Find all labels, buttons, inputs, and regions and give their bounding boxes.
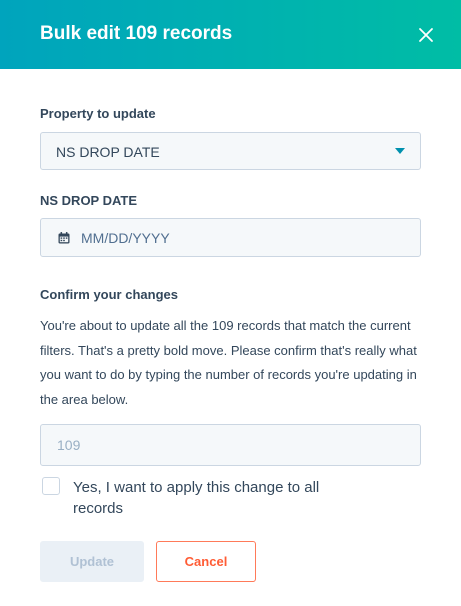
- confirm-description: You're about to update all the 109 recor…: [40, 318, 417, 407]
- close-button[interactable]: [413, 22, 439, 48]
- close-icon: [419, 28, 433, 42]
- date-input[interactable]: MM/DD/YYYY: [40, 218, 421, 257]
- date-field-label: NS DROP DATE: [40, 193, 138, 208]
- confirm-checkbox-row[interactable]: Yes, I want to apply this change to all …: [40, 475, 421, 519]
- confirm-checkbox[interactable]: [42, 477, 60, 495]
- confirm-checkbox-label[interactable]: Yes, I want to apply this change to all …: [73, 477, 373, 519]
- calendar-icon: [58, 232, 70, 244]
- property-select[interactable]: NS DROP DATE: [40, 132, 421, 170]
- cancel-button[interactable]: Cancel: [156, 541, 256, 582]
- property-select-value: NS DROP DATE: [56, 144, 160, 160]
- caret-down-icon: [395, 148, 405, 154]
- modal-header: Bulk edit 109 records: [0, 0, 461, 69]
- property-label: Property to update: [40, 106, 156, 121]
- confirm-heading: Confirm your changes: [40, 287, 178, 302]
- modal-title: Bulk edit 109 records: [40, 23, 233, 44]
- bulk-edit-modal: Bulk edit 109 records Property to update…: [0, 0, 461, 606]
- update-button[interactable]: Update: [40, 541, 144, 582]
- date-input-placeholder: MM/DD/YYYY: [81, 230, 170, 246]
- confirm-count-input[interactable]: [40, 424, 421, 466]
